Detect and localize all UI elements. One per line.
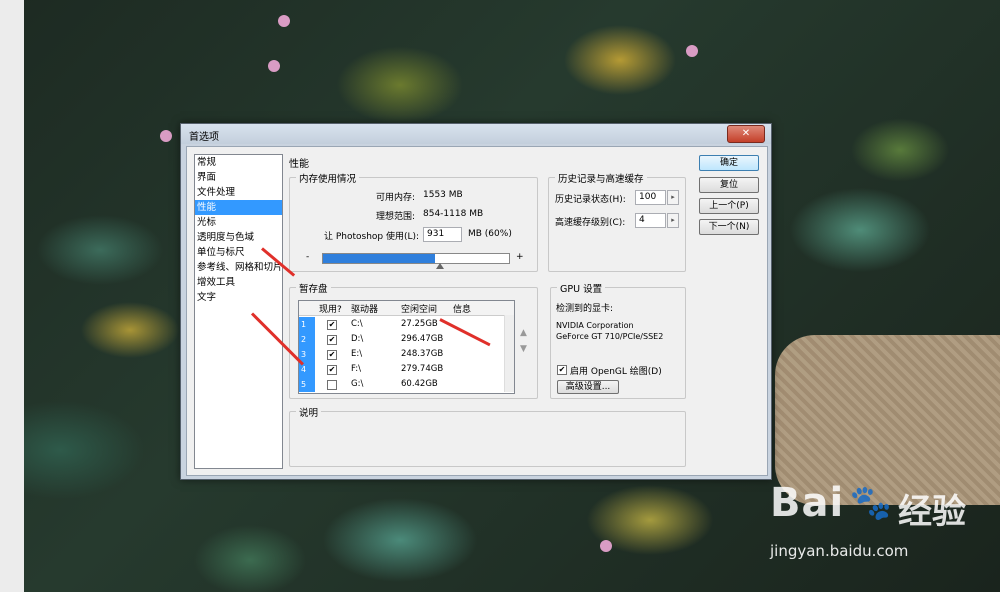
cache-levels-input[interactable]: 4 <box>635 213 666 228</box>
memory-use-input[interactable]: 931 <box>423 227 462 242</box>
description-group: 说明 <box>289 405 686 467</box>
history-states-input[interactable]: 100 <box>635 190 666 205</box>
lotus-flower <box>600 540 612 552</box>
slider-plus: + <box>516 252 524 262</box>
gpu-model: GeForce GT 710/PCIe/SSE2 <box>556 332 664 341</box>
description-group-label: 说明 <box>296 405 322 419</box>
lotus-flower <box>278 15 290 27</box>
lotus-flower <box>268 60 280 72</box>
header-free-space: 空闲空间 <box>401 305 438 315</box>
cache-levels-spinner[interactable]: ▸ <box>667 213 679 228</box>
category-item-cursors[interactable]: 光标 <box>195 215 282 230</box>
history-states-label: 历史记录状态(H): <box>555 195 626 205</box>
baidu-paw-icon: 🐾 <box>849 483 893 523</box>
scratch-group-label: 暂存盘 <box>296 281 331 295</box>
cache-levels-label: 高速缓存级别(C): <box>555 218 626 228</box>
table-header: 现用? 驱动器 空闲空间 信息 <box>299 301 514 316</box>
row-number: 2 <box>299 332 315 347</box>
table-row[interactable]: 4 ✔ F:\ 279.74GB <box>299 362 504 377</box>
panel-title: 性能 <box>289 159 309 170</box>
table-row[interactable]: 1 ✔ C:\ 27.25GB <box>299 317 504 332</box>
history-states-spinner[interactable]: ▸ <box>667 190 679 205</box>
active-checkbox[interactable] <box>327 380 337 390</box>
category-item-file-handling[interactable]: 文件处理 <box>195 185 282 200</box>
preferences-dialog: 首选项 ✕ 常规 界面 文件处理 性能 光标 透明度与色域 单位与标尺 参考线、… <box>180 123 772 480</box>
ideal-range-value: 854-1118 MB <box>423 209 484 219</box>
row-number: 1 <box>299 317 315 332</box>
drive-cell: C:\ <box>351 319 363 329</box>
active-checkbox[interactable]: ✔ <box>327 335 337 345</box>
history-cache-group: 历史记录与高速缓存 历史记录状态(H): 100 ▸ 高速缓存级别(C): 4 … <box>548 171 686 272</box>
advanced-settings-button[interactable]: 高级设置... <box>557 380 619 394</box>
drive-cell: E:\ <box>351 349 363 359</box>
category-list: 常规 界面 文件处理 性能 光标 透明度与色域 单位与标尺 参考线、网格和切片 … <box>194 154 283 469</box>
opengl-label: 启用 OpenGL 绘图(D) <box>570 367 662 377</box>
detected-card-label: 检测到的显卡: <box>556 304 614 314</box>
gpu-settings-group: GPU 设置 检测到的显卡: NVIDIA Corporation GeForc… <box>550 281 686 399</box>
previous-button[interactable]: 上一个(P) <box>699 198 759 214</box>
category-item-performance[interactable]: 性能 <box>195 200 282 215</box>
category-item-transparency[interactable]: 透明度与色域 <box>195 230 282 245</box>
row-number: 3 <box>299 347 315 362</box>
move-down-arrow[interactable]: ▼ <box>520 344 527 354</box>
available-memory-label: 可用内存: <box>376 193 416 203</box>
memory-slider-fill <box>323 254 435 263</box>
available-memory-value: 1553 MB <box>423 190 463 200</box>
memory-use-suffix: MB (60%) <box>468 229 512 239</box>
active-checkbox[interactable]: ✔ <box>327 350 337 360</box>
baidu-logo-text: Bai <box>770 480 845 526</box>
category-item-type[interactable]: 文字 <box>195 290 282 305</box>
close-button[interactable]: ✕ <box>727 125 765 143</box>
memory-usage-group: 内存使用情况 可用内存: 1553 MB 理想范围: 854-1118 MB 让… <box>289 171 538 272</box>
table-row[interactable]: 3 ✔ E:\ 248.37GB <box>299 347 504 362</box>
jingyan-text: 经验 <box>898 492 966 532</box>
memory-slider-thumb[interactable] <box>435 263 444 269</box>
next-button[interactable]: 下一个(N) <box>699 219 759 235</box>
photoshop-use-label: 让 Photoshop 使用(L): <box>324 232 420 242</box>
scratch-disks-group: 暂存盘 现用? 驱动器 空闲空间 信息 1 ✔ C:\ 27.25GB 2 ✔ <box>289 281 538 399</box>
header-drive: 驱动器 <box>351 305 379 315</box>
ideal-range-label: 理想范围: <box>376 212 416 222</box>
gpu-vendor: NVIDIA Corporation <box>556 321 634 330</box>
active-checkbox[interactable]: ✔ <box>327 320 337 330</box>
free-space-cell: 27.25GB <box>401 319 438 329</box>
dialog-body: 常规 界面 文件处理 性能 光标 透明度与色域 单位与标尺 参考线、网格和切片 … <box>186 146 768 476</box>
header-info: 信息 <box>453 305 472 315</box>
free-space-cell: 248.37GB <box>401 349 444 359</box>
dialog-title: 首选项 <box>189 132 219 143</box>
memory-group-label: 内存使用情况 <box>296 171 360 185</box>
slider-minus: - <box>306 252 310 262</box>
table-scrollbar[interactable] <box>504 315 514 392</box>
gpu-group-label: GPU 设置 <box>557 281 606 295</box>
table-row[interactable]: 5 G:\ 60.42GB <box>299 377 504 392</box>
drive-cell: F:\ <box>351 364 361 374</box>
dialog-titlebar[interactable]: 首选项 ✕ <box>181 124 771 144</box>
row-number: 5 <box>299 377 315 392</box>
scratch-disk-table: 现用? 驱动器 空闲空间 信息 1 ✔ C:\ 27.25GB 2 ✔ D:\ … <box>298 300 515 394</box>
baidu-jingyan-watermark: Bai 🐾 经验 jingyan.baidu.com <box>770 480 990 580</box>
move-up-arrow[interactable]: ▲ <box>520 328 527 338</box>
memory-slider[interactable] <box>322 253 510 264</box>
free-space-cell: 296.47GB <box>401 334 444 344</box>
watermark-url: jingyan.baidu.com <box>770 542 909 560</box>
category-item-plugins[interactable]: 增效工具 <box>195 275 282 290</box>
category-item-guides-grid[interactable]: 参考线、网格和切片 <box>195 260 283 275</box>
category-item-interface[interactable]: 界面 <box>195 170 282 185</box>
left-margin-strip <box>0 0 24 592</box>
drive-cell: D:\ <box>351 334 364 344</box>
opengl-checkbox[interactable]: ✔ <box>557 365 567 375</box>
active-checkbox[interactable]: ✔ <box>327 365 337 375</box>
free-space-cell: 60.42GB <box>401 379 438 389</box>
lotus-flower <box>686 45 698 57</box>
category-item-general[interactable]: 常规 <box>195 155 282 170</box>
header-active: 现用? <box>319 305 342 315</box>
reset-button[interactable]: 复位 <box>699 177 759 193</box>
history-group-label: 历史记录与高速缓存 <box>555 171 647 185</box>
lotus-flower <box>160 130 172 142</box>
free-space-cell: 279.74GB <box>401 364 444 374</box>
drive-cell: G:\ <box>351 379 364 389</box>
ok-button[interactable]: 确定 <box>699 155 759 171</box>
